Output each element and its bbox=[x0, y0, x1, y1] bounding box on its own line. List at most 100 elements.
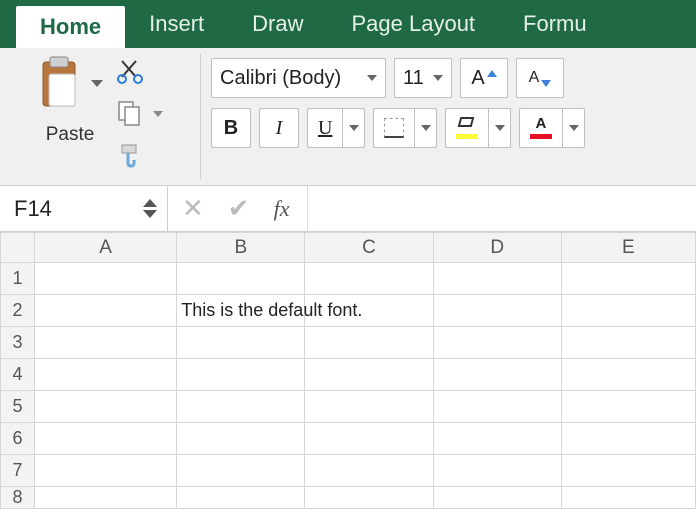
paint-bucket-icon bbox=[456, 117, 478, 139]
border-split-button[interactable] bbox=[373, 108, 437, 148]
cell-e5[interactable] bbox=[561, 391, 695, 423]
cancel-formula-button[interactable]: ✕ bbox=[182, 193, 204, 224]
cell-e4[interactable] bbox=[561, 359, 695, 391]
cell-a8[interactable] bbox=[35, 487, 177, 509]
row-header-6[interactable]: 6 bbox=[1, 423, 35, 455]
select-all-corner[interactable] bbox=[1, 233, 35, 263]
row-header-3[interactable]: 3 bbox=[1, 327, 35, 359]
paste-dropdown-icon[interactable] bbox=[91, 80, 103, 87]
paste-label: Paste bbox=[46, 124, 95, 146]
cell-b4[interactable] bbox=[177, 359, 305, 391]
cell-d1[interactable] bbox=[433, 263, 561, 295]
cell-d6[interactable] bbox=[433, 423, 561, 455]
ribbon-tab-strip: Home Insert Draw Page Layout Formu bbox=[0, 0, 696, 48]
name-box[interactable]: F14 bbox=[0, 186, 168, 231]
font-color-dropdown[interactable] bbox=[563, 108, 585, 148]
cell-e8[interactable] bbox=[561, 487, 695, 509]
cell-a7[interactable] bbox=[35, 455, 177, 487]
cell-d5[interactable] bbox=[433, 391, 561, 423]
cell-d2[interactable] bbox=[433, 295, 561, 327]
cell-d8[interactable] bbox=[433, 487, 561, 509]
cell-c7[interactable] bbox=[305, 455, 433, 487]
paste-button[interactable]: Paste bbox=[37, 56, 103, 146]
cell-c4[interactable] bbox=[305, 359, 433, 391]
cell-d4[interactable] bbox=[433, 359, 561, 391]
italic-button[interactable]: I bbox=[259, 108, 299, 148]
formula-bar-row: F14 ✕ ✔ fx bbox=[0, 186, 696, 232]
column-header-c[interactable]: C bbox=[305, 233, 433, 263]
formula-bar-input[interactable] bbox=[307, 186, 696, 231]
column-header-a[interactable]: A bbox=[35, 233, 177, 263]
row-header-4[interactable]: 4 bbox=[1, 359, 35, 391]
name-box-stepper[interactable] bbox=[143, 199, 157, 218]
cut-button[interactable] bbox=[115, 58, 145, 86]
spreadsheet-grid[interactable]: A B C D E 1 2 This is the default font. 3… bbox=[0, 232, 696, 509]
row-header-2[interactable]: 2 bbox=[1, 295, 35, 327]
cell-e7[interactable] bbox=[561, 455, 695, 487]
cell-e1[interactable] bbox=[561, 263, 695, 295]
cell-a6[interactable] bbox=[35, 423, 177, 455]
cell-b6[interactable] bbox=[177, 423, 305, 455]
column-header-b[interactable]: B bbox=[177, 233, 305, 263]
cell-b5[interactable] bbox=[177, 391, 305, 423]
triangle-down-icon bbox=[541, 80, 551, 87]
fill-color-button[interactable] bbox=[445, 108, 489, 148]
underline-button[interactable]: U bbox=[307, 108, 343, 148]
column-header-d[interactable]: D bbox=[433, 233, 561, 263]
tab-home[interactable]: Home bbox=[16, 6, 125, 48]
cell-c3[interactable] bbox=[305, 327, 433, 359]
border-dropdown[interactable] bbox=[415, 108, 437, 148]
fill-color-dropdown[interactable] bbox=[489, 108, 511, 148]
bold-button[interactable]: B bbox=[211, 108, 251, 148]
cell-c1[interactable] bbox=[305, 263, 433, 295]
cell-b2[interactable]: This is the default font. bbox=[177, 295, 305, 327]
underline-split-button[interactable]: U bbox=[307, 108, 365, 148]
tab-formulas[interactable]: Formu bbox=[499, 0, 611, 48]
column-header-e[interactable]: E bbox=[561, 233, 695, 263]
cell-b7[interactable] bbox=[177, 455, 305, 487]
cell-a5[interactable] bbox=[35, 391, 177, 423]
font-size-combo[interactable]: 11 bbox=[394, 58, 452, 98]
border-icon bbox=[384, 118, 404, 138]
tab-draw[interactable]: Draw bbox=[228, 0, 327, 48]
chevron-down-icon bbox=[367, 75, 377, 81]
cell-b8[interactable] bbox=[177, 487, 305, 509]
row-header-8[interactable]: 8 bbox=[1, 487, 35, 509]
cell-d7[interactable] bbox=[433, 455, 561, 487]
shrink-font-button[interactable]: A bbox=[516, 58, 564, 98]
row-header-5[interactable]: 5 bbox=[1, 391, 35, 423]
border-button[interactable] bbox=[373, 108, 415, 148]
cell-c5[interactable] bbox=[305, 391, 433, 423]
tab-insert[interactable]: Insert bbox=[125, 0, 228, 48]
cell-b1[interactable] bbox=[177, 263, 305, 295]
cell-c6[interactable] bbox=[305, 423, 433, 455]
copy-button[interactable] bbox=[115, 100, 145, 128]
grow-font-button[interactable]: A bbox=[460, 58, 508, 98]
underline-dropdown[interactable] bbox=[343, 108, 365, 148]
fx-icon[interactable]: fx bbox=[274, 196, 290, 222]
cell-e3[interactable] bbox=[561, 327, 695, 359]
tab-page-layout[interactable]: Page Layout bbox=[328, 0, 500, 48]
triangle-up-icon bbox=[143, 199, 157, 207]
cell-e6[interactable] bbox=[561, 423, 695, 455]
accept-formula-button[interactable]: ✔ bbox=[228, 193, 250, 224]
font-name-combo[interactable]: Calibri (Body) bbox=[211, 58, 386, 98]
fill-color-split-button[interactable] bbox=[445, 108, 511, 148]
copy-dropdown-icon[interactable] bbox=[153, 111, 163, 117]
shrink-font-letter: A bbox=[529, 69, 540, 87]
cell-a1[interactable] bbox=[35, 263, 177, 295]
cell-b3[interactable] bbox=[177, 327, 305, 359]
format-painter-button[interactable] bbox=[115, 142, 145, 170]
row-header-7[interactable]: 7 bbox=[1, 455, 35, 487]
cell-d3[interactable] bbox=[433, 327, 561, 359]
cell-e2[interactable] bbox=[561, 295, 695, 327]
cell-a2[interactable] bbox=[35, 295, 177, 327]
font-color-button[interactable]: A bbox=[519, 108, 563, 148]
scissors-icon bbox=[116, 57, 144, 88]
font-color-split-button[interactable]: A bbox=[519, 108, 585, 148]
chevron-down-icon bbox=[421, 125, 431, 131]
cell-a3[interactable] bbox=[35, 327, 177, 359]
cell-c8[interactable] bbox=[305, 487, 433, 509]
cell-a4[interactable] bbox=[35, 359, 177, 391]
row-header-1[interactable]: 1 bbox=[1, 263, 35, 295]
